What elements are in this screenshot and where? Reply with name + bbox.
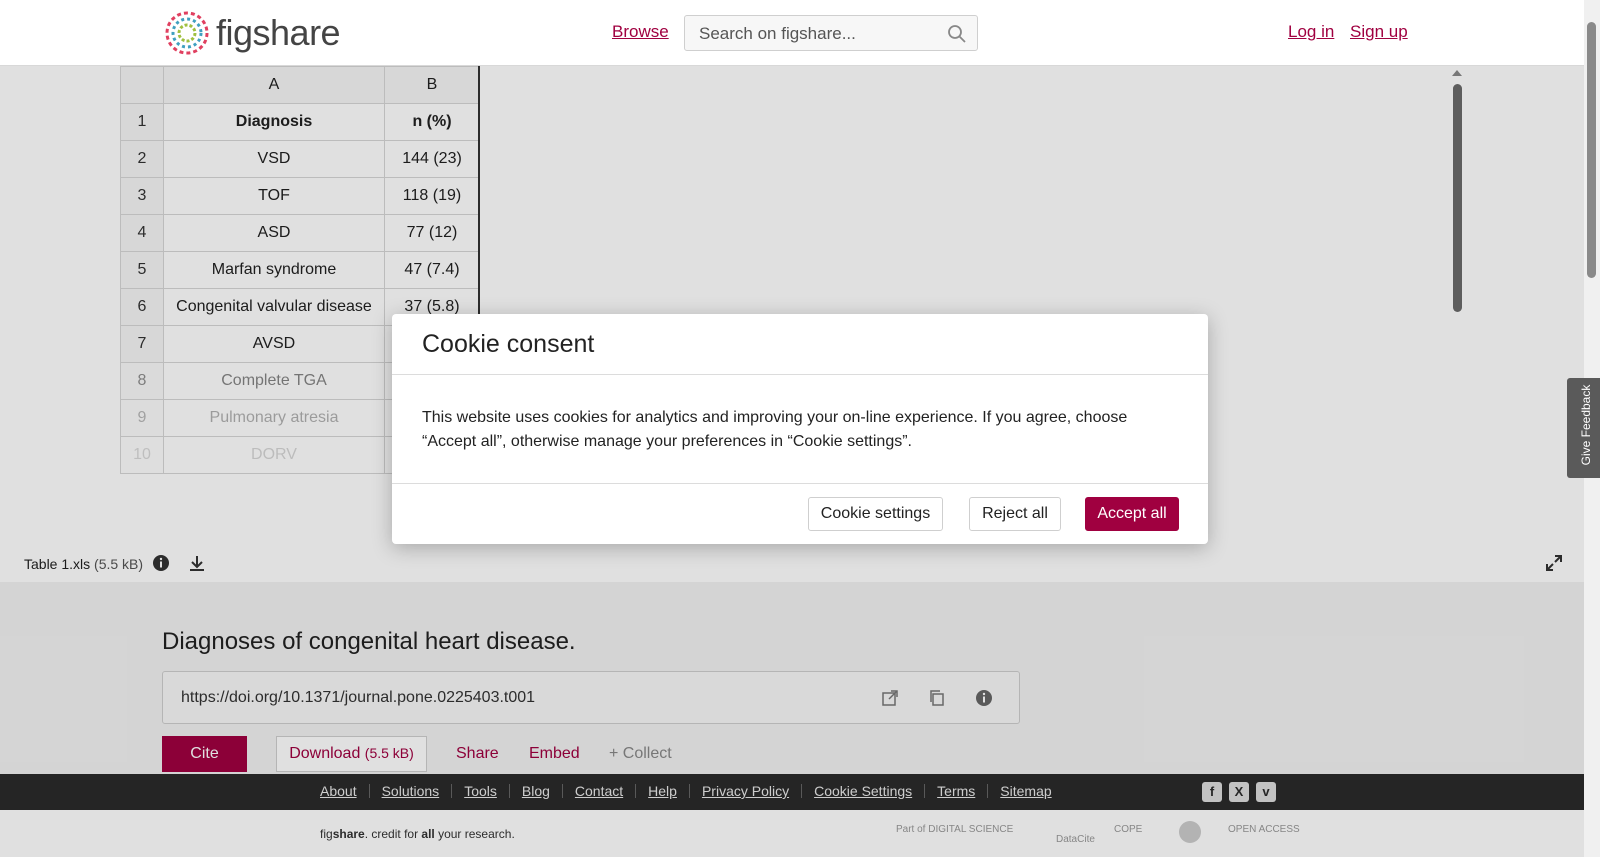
search-box[interactable] [684,15,978,51]
logo-text: figshare [216,12,341,53]
site-header: figshare Browse Log in Sign up [0,0,1584,66]
cookie-settings-button[interactable]: Cookie settings [808,497,943,531]
signup-link[interactable]: Sign up [1350,22,1408,42]
modal-title: Cookie consent [422,330,595,358]
browse-link[interactable]: Browse [612,22,669,42]
reject-all-button[interactable]: Reject all [969,497,1061,531]
modal-divider [392,374,1208,375]
give-feedback-tab[interactable]: Give Feedback [1567,378,1600,478]
accept-all-button[interactable]: Accept all [1085,497,1179,531]
modal-body: This website uses cookies for analytics … [422,409,1128,450]
give-feedback-label: Give Feedback [1579,384,1593,466]
figshare-logo[interactable]: figshare [162,8,341,58]
modal-divider [392,483,1208,484]
login-link[interactable]: Log in [1288,22,1334,42]
cookie-consent-modal: Cookie consent This website uses cookies… [392,314,1208,544]
page-scrollbar-thumb[interactable] [1587,22,1596,278]
search-icon[interactable] [947,24,967,44]
search-input[interactable] [699,24,939,44]
figshare-logo-icon [165,11,209,55]
